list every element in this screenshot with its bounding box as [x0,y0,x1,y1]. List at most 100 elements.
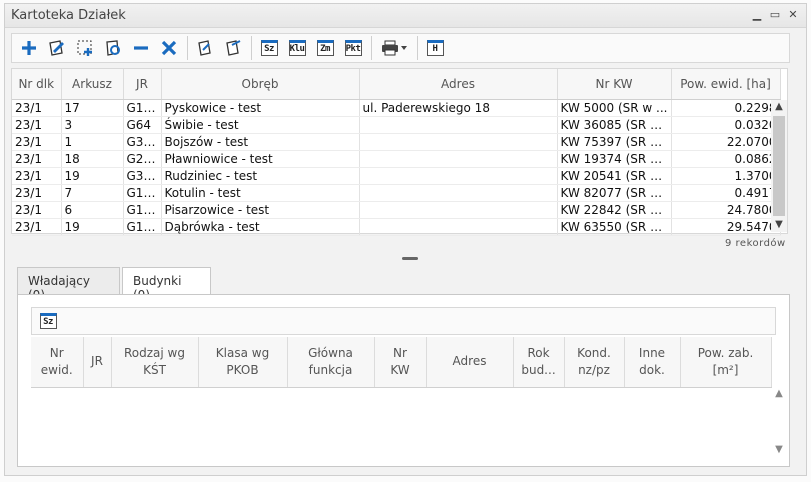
splitter-grip-icon[interactable] [402,257,418,260]
klu-icon: Klu [288,40,306,56]
pkt-button[interactable]: Pkt [341,36,365,60]
table-cell: 7 [61,184,124,202]
table-row[interactable]: 23/1 1 G321 Bojszów - test KW 75397 (SR w ..… [12,133,781,151]
edit-button[interactable] [45,36,69,60]
record-count: 9 rekordów [725,238,786,249]
table-row[interactable]: 23/1 19 G176 Dąbrówka - test KW 63550 (SR w … [12,218,781,236]
unlink-button[interactable] [221,36,245,60]
col-header-budynki[interactable]: Pow. zab. [m²] [680,337,772,388]
col-header-label: Adres [452,354,487,369]
table-cell: G181 [123,184,162,202]
help-button[interactable]: H [423,36,447,60]
scroll-up-icon[interactable]: ▲ [772,387,786,401]
scroll-up-icon[interactable]: ▲ [771,100,787,114]
panel-splitter[interactable] [11,256,788,261]
table-cell: G218 [123,150,162,168]
table-row[interactable]: 23/1 6 G104 Pisarzowice - test KW 22842 (SR … [12,201,781,219]
table-cell: G321 [123,133,162,151]
col-header-pow-ewid[interactable]: Pow. ewid. [ha] [671,69,781,100]
select-area-icon [77,40,92,56]
table-cell: 6 [61,201,124,219]
table-cell: 29.5470 [671,218,781,236]
col-header-nr-kw[interactable]: Nr KW [557,69,672,100]
table-cell: Rudziniec - test [161,167,360,185]
table-cell: G104 [123,201,162,219]
budynki-toolbar: Sz [31,307,776,335]
col-header-budynki[interactable]: Klasa wg PKOB [198,337,288,388]
maximize-icon[interactable]: ▭ [768,8,782,22]
buildings-scrollbar[interactable]: ▲ ▼ [772,387,786,457]
scroll-down-icon[interactable]: ▼ [772,443,786,457]
col-header-jr[interactable]: JR [123,69,162,100]
table-cell [359,116,558,134]
table-cell: G374 [123,167,162,185]
table-cell: 22.0700 [671,133,781,151]
col-header-label: nz/pz [578,362,610,377]
col-header-label: ewid. [40,362,73,377]
copy-parcel-icon [106,40,120,56]
link-parcel-icon [198,40,211,56]
zm-button[interactable]: Zm [313,36,337,60]
table-row[interactable]: 23/1 3 G64 Świbie - test KW 36085 (SR w ... 0… [12,116,781,134]
table-cell: 0.0320 [671,116,781,134]
col-header-adres[interactable]: Adres [359,69,558,100]
col-header-budynki[interactable]: Rok bud... [513,337,565,388]
close-icon[interactable]: ✕ [786,8,800,22]
table-cell: 1 [61,133,124,151]
col-header-budynki[interactable]: Nr KW [374,337,427,388]
table-cell: ul. Paderewskiego 18 [359,99,558,117]
table-cell: KW 75397 (SR w ... [557,133,672,151]
col-header-budynki[interactable]: Kond. nz/pz [564,337,625,388]
table-row[interactable]: 23/1 7 G181 Kotulin - test KW 82077 (SR w ..… [12,184,781,202]
tab-wladajacy[interactable]: Władający (0) [17,267,120,302]
sz-icon: Sz [39,313,57,329]
sz-button[interactable]: Sz [257,36,281,60]
col-header-arkusz[interactable]: Arkusz [61,69,124,100]
table-cell: 23/1 [12,150,62,168]
link-button[interactable] [193,36,217,60]
col-header-budynki[interactable]: Rodzaj wg KŚT [111,337,199,388]
table-cell: KW 19374 (SR w ... [557,150,672,168]
table-cell: 23/1 [12,116,62,134]
col-header-label: funkcja [308,362,353,377]
select-area-button[interactable] [73,36,97,60]
table-row[interactable]: 23/1 19 G374 Rudziniec - test KW 20541 (SR w… [12,167,781,185]
scroll-thumb[interactable] [773,116,785,216]
table-cell: Dąbrówka - test [161,218,360,236]
table-cell: Pławniowice - test [161,150,360,168]
table-row[interactable]: 23/1 17 G14... Pyskowice - test ul. Paderews… [12,99,781,117]
scroll-down-icon[interactable]: ▼ [771,218,787,232]
col-header-budynki[interactable]: Inne dok. [624,337,681,388]
table-cell: 17 [61,99,124,117]
title-bar: Kartoteka Działek ▁ ▭ ✕ [5,4,806,28]
budynki-sz-button[interactable]: Sz [36,309,60,333]
remove-button[interactable] [129,36,153,60]
klu-button[interactable]: Klu [285,36,309,60]
col-header-budynki[interactable]: Nr ewid. [31,337,84,388]
table-cell: Pisarzowice - test [161,201,360,219]
table-cell [359,218,558,236]
table-row[interactable]: 23/1 18 G218 Pławniowice - test KW 19374 (SR… [12,150,781,168]
col-header-label: KŚT [143,362,166,377]
minimize-icon[interactable]: ▁ [750,8,764,22]
add-button[interactable] [17,36,41,60]
col-header-budynki[interactable]: Główna funkcja [287,337,375,388]
budynki-panel: Sz Nr ewid. JR Rodzaj wg KŚT Klasa wg PKOB Głów… [17,294,790,467]
table-cell [359,167,558,185]
col-header-label: Nr [393,345,407,360]
plus-icon [22,41,36,55]
table-scrollbar[interactable]: ▲ ▼ [771,100,787,232]
window-title: Kartoteka Działek [11,8,126,23]
copy-button[interactable] [101,36,125,60]
table-cell: 0.0862 [671,150,781,168]
delete-button[interactable] [157,36,181,60]
print-button[interactable] [377,36,411,60]
col-header-nr-dlk[interactable]: Nr dlk [12,69,62,100]
table-cell [359,133,558,151]
col-header-obreb[interactable]: Obręb [161,69,360,100]
main-toolbar: Sz Klu Zm Pkt H [11,33,790,63]
col-header-budynki[interactable]: Adres [426,337,514,388]
tab-budynki[interactable]: Budynki (0) [122,267,211,302]
col-header-budynki[interactable]: JR [83,337,112,388]
table-cell: 19 [61,167,124,185]
